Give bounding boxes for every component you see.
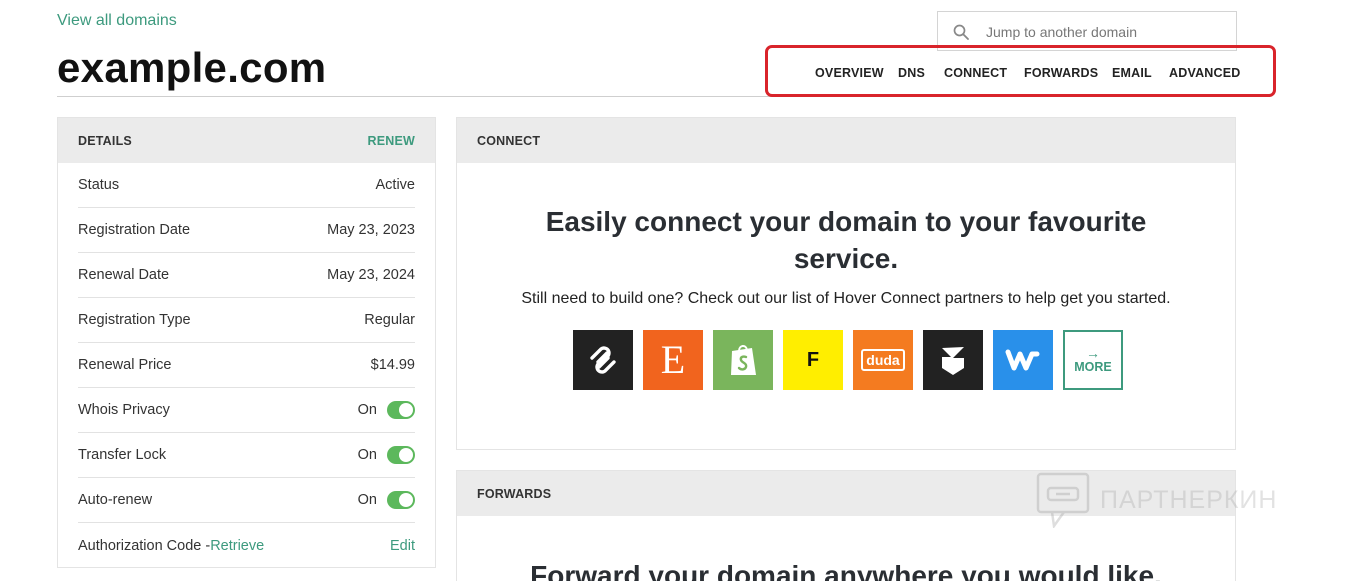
- auto-renew-toggle[interactable]: [387, 491, 415, 509]
- detail-label: Transfer Lock: [78, 447, 167, 463]
- tab-forwards-label[interactable]: FORWARDS: [1024, 66, 1098, 80]
- detail-label: Status: [78, 177, 120, 193]
- tab-email-label[interactable]: EMAIL: [1112, 66, 1152, 80]
- auto-renew-control: On: [358, 491, 415, 509]
- tab-connect[interactable]: CONNECT: [944, 66, 1007, 80]
- transfer-lock-control: On: [358, 446, 415, 464]
- tab-dns-label[interactable]: DNS: [898, 66, 925, 80]
- detail-row-whois-privacy: Whois Privacy On: [78, 388, 415, 433]
- weebly-icon: [1005, 349, 1040, 371]
- tab-overview-label[interactable]: OVERVIEW: [815, 66, 884, 80]
- etsy-icon: E: [660, 337, 686, 382]
- domain-title: example.com: [57, 44, 327, 91]
- f-icon: F: [806, 348, 820, 371]
- forwards-title: Forward your domain anywhere you would l…: [530, 560, 1162, 581]
- renew-link[interactable]: RENEW: [367, 134, 415, 148]
- partner-etsy[interactable]: E: [643, 330, 703, 390]
- detail-label: Renewal Date: [78, 267, 170, 283]
- whois-privacy-control: On: [358, 401, 415, 419]
- squarespace-icon: [590, 346, 616, 374]
- connect-heading: CONNECT: [477, 133, 541, 148]
- edit-auth-code-link[interactable]: Edit: [390, 538, 415, 554]
- connect-subtitle: Still need to build one? Check out our l…: [521, 290, 1171, 307]
- forwards-heading: FORWARDS: [477, 486, 552, 501]
- detail-value: Active: [375, 177, 416, 193]
- partner-shopify[interactable]: [713, 330, 773, 390]
- watermark: ПАРТНЕРКИН: [1036, 472, 1277, 528]
- detail-value: $14.99: [370, 357, 415, 373]
- partner-more-button[interactable]: → MORE: [1063, 330, 1123, 390]
- detail-label: Registration Date: [78, 222, 191, 238]
- tab-connect-label[interactable]: CONNECT: [944, 66, 1007, 80]
- details-heading: DETAILS: [78, 133, 132, 148]
- detail-row-renewal-date: Renewal Date May 23, 2024: [78, 253, 415, 298]
- partner-duda[interactable]: duda: [853, 330, 913, 390]
- shopify-icon: [731, 345, 756, 375]
- detail-label: Auto-renew: [78, 492, 153, 508]
- tab-forwards[interactable]: FORWARDS: [1024, 66, 1098, 80]
- search-input[interactable]: [986, 21, 1226, 43]
- partner-bigcommerce[interactable]: [923, 330, 983, 390]
- tab-email[interactable]: EMAIL: [1112, 66, 1152, 80]
- toggle-state: On: [357, 492, 377, 508]
- bigcommerce-icon: [942, 347, 964, 375]
- detail-row-registration-date: Registration Date May 23, 2023: [78, 208, 415, 253]
- partner-weebly[interactable]: [993, 330, 1053, 390]
- auth-code-label-group: Authorization Code -Retrieve: [78, 538, 264, 554]
- watermark-text: ПАРТНЕРКИН: [1100, 485, 1278, 514]
- partner-list: E F duda → MORE: [461, 330, 1235, 390]
- tab-overview[interactable]: OVERVIEW: [815, 66, 884, 80]
- transfer-lock-toggle[interactable]: [387, 446, 415, 464]
- detail-row-transfer-lock: Transfer Lock On: [78, 433, 415, 478]
- retrieve-link[interactable]: Retrieve: [210, 538, 264, 554]
- connect-title: Easily connect your domain to your favou…: [545, 206, 1147, 274]
- toggle-state: On: [357, 402, 377, 418]
- partner-f[interactable]: F: [783, 330, 843, 390]
- toggle-state: On: [357, 447, 377, 463]
- detail-value: Regular: [364, 312, 415, 328]
- tab-advanced[interactable]: ADVANCED: [1169, 66, 1241, 80]
- detail-row-status: Status Active: [78, 163, 415, 208]
- watermark-logo-icon: [1036, 472, 1090, 528]
- detail-row-renewal-price: Renewal Price $14.99: [78, 343, 415, 388]
- detail-row-auth-code: Authorization Code -Retrieve Edit: [78, 523, 415, 568]
- connect-header: CONNECT: [457, 118, 1235, 163]
- partner-squarespace[interactable]: [573, 330, 633, 390]
- detail-row-registration-type: Registration Type Regular: [78, 298, 415, 343]
- tab-dns[interactable]: DNS: [898, 66, 925, 80]
- detail-label: Whois Privacy: [78, 402, 170, 418]
- detail-row-auto-renew: Auto-renew On: [78, 478, 415, 523]
- search-icon: [953, 24, 969, 40]
- whois-privacy-toggle[interactable]: [387, 401, 415, 419]
- connect-panel: CONNECT Easily connect your domain to yo…: [456, 117, 1236, 450]
- view-all-domains-link[interactable]: View all domains: [57, 12, 177, 30]
- details-header: DETAILS RENEW: [58, 118, 435, 163]
- detail-label: Renewal Price: [78, 357, 172, 373]
- duda-icon: duda: [861, 349, 905, 371]
- arrow-right-icon: →: [1086, 345, 1100, 361]
- detail-label: Registration Type: [78, 312, 191, 328]
- tab-advanced-label[interactable]: ADVANCED: [1169, 66, 1241, 80]
- more-label: MORE: [1074, 360, 1112, 374]
- details-panel: DETAILS RENEW Status Active Registration…: [57, 117, 436, 568]
- detail-value: May 23, 2023: [327, 222, 415, 238]
- auth-code-label: Authorization Code -: [78, 537, 211, 554]
- detail-value: May 23, 2024: [327, 267, 415, 283]
